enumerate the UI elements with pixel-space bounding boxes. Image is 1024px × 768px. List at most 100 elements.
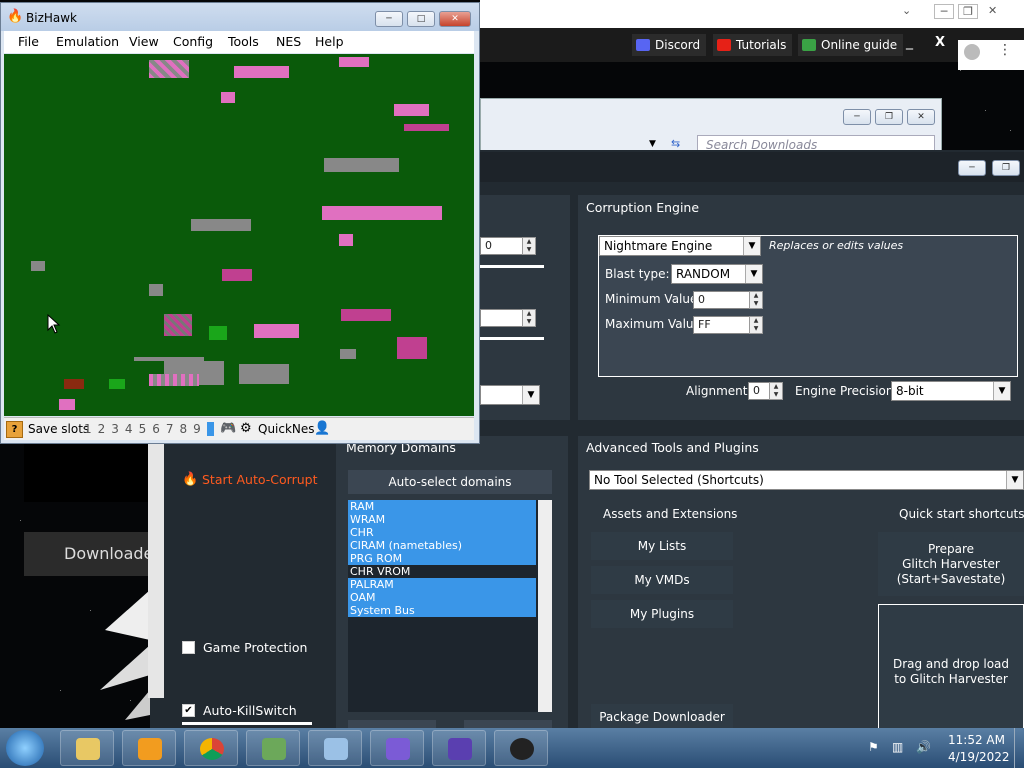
intensity-slider[interactable]: [480, 265, 544, 268]
downloads-button[interactable]: Downloade: [24, 532, 148, 576]
auto-select-domains-button[interactable]: Auto-select domains: [348, 470, 552, 494]
save-slot-0[interactable]: 0: [206, 422, 215, 436]
bizhawk-taskbar-button[interactable]: [246, 730, 300, 766]
list-item[interactable]: System Bus: [348, 604, 536, 617]
network-icon[interactable]: ▥: [892, 740, 903, 754]
precision-select[interactable]: 8-bit ▼: [891, 381, 1011, 401]
menu-tools[interactable]: Tools: [228, 34, 259, 49]
min-value-input[interactable]: 0: [693, 291, 751, 309]
blast-type-select[interactable]: RANDOM ▼: [671, 264, 763, 284]
save-slot-1[interactable]: 1: [84, 422, 92, 436]
memory-domain-list[interactable]: RAM WRAM CHR CIRAM (nametables) PRG ROM CHR V…: [348, 500, 552, 712]
my-vmds-button[interactable]: My VMDs: [591, 566, 733, 594]
save-slot-7[interactable]: 7: [166, 422, 174, 436]
tool-select[interactable]: No Tool Selected (Shortcuts) ▼: [589, 470, 1024, 490]
error-delay-spin[interactable]: [480, 309, 526, 327]
save-slot-9[interactable]: 9: [193, 422, 201, 436]
list-item[interactable]: CHR: [348, 526, 536, 539]
restore-icon[interactable]: ❐: [992, 160, 1020, 176]
auto-killswitch-checkbox[interactable]: ✔: [182, 704, 195, 717]
list-item[interactable]: PRG ROM: [348, 552, 536, 565]
drag-drop-zone[interactable]: Drag and drop load to Glitch Harvester: [878, 604, 1024, 730]
spin-arrows-icon[interactable]: ▲ ▼: [522, 237, 536, 255]
dropdown-arrow-icon[interactable]: ▼: [649, 139, 656, 149]
minimize-icon[interactable]: ─: [375, 11, 403, 27]
maximize-icon[interactable]: □: [407, 11, 435, 27]
engine-select[interactable]: Nightmare Engine ▼: [599, 236, 761, 256]
minimize-icon[interactable]: ─: [934, 4, 954, 19]
media-taskbar-button[interactable]: [122, 730, 176, 766]
list-item[interactable]: WRAM: [348, 513, 536, 526]
rtc-taskbar-button[interactable]: [370, 730, 424, 766]
restore-icon[interactable]: ❐: [875, 109, 903, 125]
close-icon[interactable]: ✕: [907, 109, 935, 125]
control-panel-taskbar-button[interactable]: [308, 730, 362, 766]
package-downloader-button[interactable]: Package Downloader: [591, 704, 733, 730]
list-item[interactable]: CIRAM (nametables): [348, 539, 536, 552]
chrome-taskbar-button[interactable]: [184, 730, 238, 766]
dark-area: [24, 440, 148, 502]
menu-help[interactable]: Help: [315, 34, 344, 49]
menu-emulation[interactable]: Emulation: [56, 34, 119, 49]
game-protection-checkbox[interactable]: [182, 641, 195, 654]
save-slot-8[interactable]: 8: [179, 422, 187, 436]
menu-file[interactable]: File: [18, 34, 39, 49]
mode-combo[interactable]: ▼: [480, 385, 540, 405]
save-slot-4[interactable]: 4: [125, 422, 133, 436]
rtc-launcher-taskbar-button[interactable]: [432, 730, 486, 766]
my-plugins-button[interactable]: My Plugins: [591, 600, 733, 628]
menu-config[interactable]: Config: [173, 34, 213, 49]
discord-button[interactable]: Discord: [632, 34, 707, 56]
rtc-launcher-bar: Discord Tutorials Online guide _ X: [480, 28, 1024, 62]
save-slot-2[interactable]: 2: [98, 422, 106, 436]
save-slot-6[interactable]: 6: [152, 422, 160, 436]
help-icon[interactable]: ?: [6, 421, 23, 438]
start-auto-corrupt-button[interactable]: Start Auto-Corrupt: [202, 472, 317, 487]
online-guide-button[interactable]: Online guide: [798, 34, 904, 56]
alignment-input[interactable]: 0: [748, 382, 770, 400]
window-title: BizHawk: [26, 11, 78, 25]
minimize-icon[interactable]: ─: [958, 160, 986, 176]
scrollbar[interactable]: [538, 500, 552, 712]
minimize-icon[interactable]: ─: [843, 109, 871, 125]
explorer-taskbar-button[interactable]: [60, 730, 114, 766]
spin-arrows-icon[interactable]: ▲ ▼: [749, 316, 763, 334]
list-item[interactable]: RAM: [348, 500, 536, 513]
scrollbar[interactable]: [148, 440, 164, 698]
delay-slider[interactable]: [480, 337, 544, 340]
flag-icon[interactable]: ⚑: [868, 740, 879, 754]
chevron-down-icon[interactable]: ⌄: [902, 4, 911, 17]
auto-killswitch-label: Auto-KillSwitch: [203, 703, 297, 718]
restore-icon[interactable]: ❐: [958, 4, 978, 19]
close-icon[interactable]: ✕: [988, 4, 997, 17]
start-button[interactable]: [6, 730, 44, 766]
list-item[interactable]: CHR VROM: [348, 565, 536, 578]
more-icon[interactable]: ⋮: [998, 42, 1012, 58]
list-item[interactable]: PALRAM: [348, 578, 536, 591]
spin-arrows-icon[interactable]: ▲ ▼: [769, 382, 783, 400]
spin-arrows-icon[interactable]: ▲ ▼: [522, 309, 536, 327]
max-value-input[interactable]: FF: [693, 316, 751, 334]
tutorials-button[interactable]: Tutorials: [713, 34, 793, 56]
my-lists-button[interactable]: My Lists: [591, 532, 733, 560]
spin-arrows-icon[interactable]: ▲ ▼: [749, 291, 763, 309]
refresh-icon[interactable]: ⇆: [671, 137, 680, 150]
close-icon[interactable]: X: [935, 35, 945, 50]
prepare-glitch-harvester-button[interactable]: Prepare Glitch Harvester (Start+Savestat…: [878, 532, 1024, 596]
close-icon[interactable]: ✕: [439, 11, 471, 27]
clock-time[interactable]: 11:52 AM: [948, 733, 1005, 747]
save-slot-3[interactable]: 3: [111, 422, 119, 436]
intensity-spin[interactable]: 0: [480, 237, 526, 255]
avatar[interactable]: [964, 44, 980, 60]
list-item[interactable]: OAM: [348, 591, 536, 604]
menu-nes[interactable]: NES: [276, 34, 301, 49]
save-slot-5[interactable]: 5: [139, 422, 147, 436]
show-desktop-button[interactable]: [1014, 728, 1024, 768]
menu-view[interactable]: View: [129, 34, 159, 49]
volume-icon[interactable]: 🔊: [916, 740, 931, 754]
minimize-icon[interactable]: _: [906, 34, 913, 50]
game-screen[interactable]: [4, 54, 474, 416]
launcher-strip: Downloade: [0, 440, 164, 730]
clock-date[interactable]: 4/19/2022: [948, 750, 1010, 764]
app-taskbar-button[interactable]: [494, 730, 548, 766]
